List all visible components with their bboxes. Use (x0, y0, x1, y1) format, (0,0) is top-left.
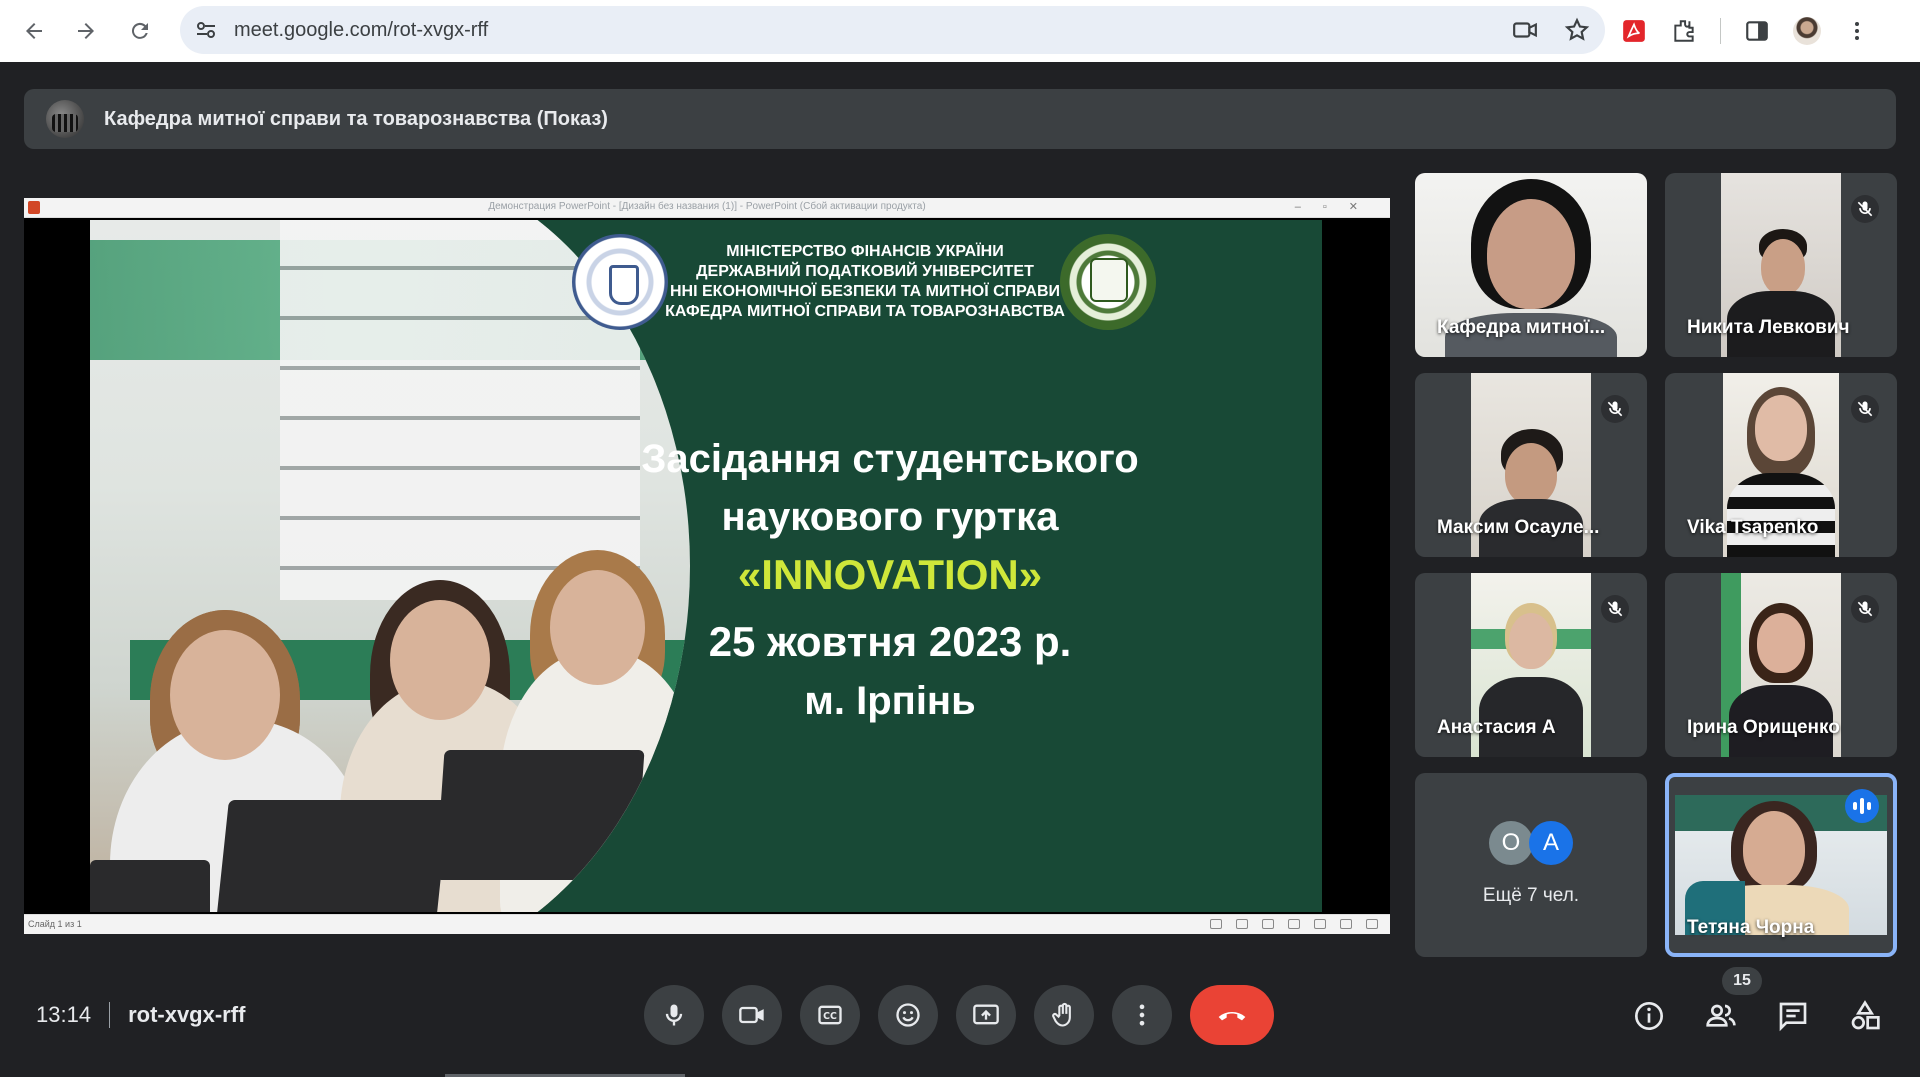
participant-tile[interactable]: Никита Левкович (1665, 173, 1897, 357)
ministry-line: ННІ ЕКОНОМІЧНОЇ БЕЗПЕКИ ТА МИТНОЇ СПРАВИ (670, 283, 1060, 300)
chat-icon (1779, 1002, 1807, 1032)
ministry-line: ДЕРЖАВНИЙ ПОДАТКОВИЙ УНІВЕРСИТЕТ (696, 263, 1034, 280)
mic-off-icon (1851, 595, 1879, 623)
slide: МІНІСТЕРСТВО ФІНАНСІВ УКРАЇНИ ДЕРЖАВНИЙ … (90, 220, 1322, 912)
ministry-line: МІНІСТЕРСТВО ФІНАНСІВ УКРАЇНИ (726, 243, 1004, 260)
raise-hand-icon (1052, 1002, 1071, 1027)
participant-tile[interactable]: Анастасия А (1415, 573, 1647, 757)
url-text[interactable]: meet.google.com/rot-xvgx-rff (234, 19, 488, 42)
people-icon (1706, 1004, 1736, 1027)
presenter-avatar (46, 100, 84, 138)
avatar: А (1529, 821, 1573, 865)
emoji-icon (896, 1003, 920, 1027)
mic-off-icon (1851, 395, 1879, 423)
mic-off-icon (1851, 195, 1879, 223)
participant-name: Vika Tsapenko (1687, 517, 1819, 538)
present-screen-icon (973, 1004, 999, 1025)
captions-icon: CC (818, 1005, 842, 1025)
toolbar-divider (1720, 18, 1721, 44)
emoji-button[interactable] (878, 985, 938, 1045)
more-options-icon (1139, 1004, 1145, 1026)
profile-avatar[interactable] (1793, 17, 1821, 45)
side-panel-icon[interactable] (1743, 17, 1771, 45)
site-settings-icon[interactable] (194, 18, 218, 42)
view-buttons (1210, 919, 1378, 929)
mic-off-icon (1601, 395, 1629, 423)
camera-icon (739, 1006, 764, 1024)
participant-tile[interactable]: Максим Осаулe... (1415, 373, 1647, 557)
participant-tile[interactable]: Кафедра митної... (1415, 173, 1647, 357)
meeting-info-icon (1635, 1002, 1663, 1030)
participant-name: Максим Осаулe... (1437, 517, 1600, 538)
slide-headline: Засідання студентського наукового гуртка… (610, 430, 1170, 730)
participant-tile[interactable]: Ірина Орищенко (1665, 573, 1897, 757)
people-button[interactable] (1700, 995, 1742, 1037)
participant-name: Кафедра митної... (1437, 317, 1606, 338)
department-logo (1060, 234, 1156, 330)
event-city: м. Ірпінь (804, 679, 976, 723)
reload-icon[interactable] (120, 11, 160, 51)
headline-line: наукового гуртка (721, 495, 1059, 539)
end-call-button[interactable] (1190, 985, 1274, 1045)
headline-line: Засідання студентського (641, 437, 1139, 481)
powerpoint-titlebar: Демонстрация PowerPoint - [Дизайн без на… (24, 198, 1390, 218)
meeting-details: 13:14 rot-xvgx-rff (36, 1002, 245, 1028)
call-controls: CC (644, 985, 1274, 1045)
extensions-icon[interactable] (1670, 17, 1698, 45)
pdf-extension-icon[interactable] (1620, 17, 1648, 45)
participant-name: Ірина Орищенко (1687, 717, 1840, 738)
activities-button[interactable] (1844, 995, 1886, 1037)
meeting-info-button[interactable] (1628, 995, 1670, 1037)
event-date: 25 жовтня 2023 р. (708, 618, 1072, 665)
mic-off-icon (1601, 595, 1629, 623)
browser-toolbar: meet.google.com/rot-xvgx-rff (0, 0, 1920, 62)
star-icon[interactable] (1563, 16, 1591, 44)
speaking-indicator-icon (1845, 789, 1879, 823)
ministry-line: КАФЕДРА МИТНОЇ СПРАВИ ТА ТОВАРОЗНАВСТВА (665, 303, 1065, 320)
chat-button[interactable] (1772, 995, 1814, 1037)
svg-text:CC: CC (823, 1011, 837, 1022)
more-vert-icon[interactable] (1843, 17, 1871, 45)
meeting-code: rot-xvgx-rff (128, 1002, 246, 1027)
microphone-button[interactable] (644, 985, 704, 1045)
forward-arrow-icon[interactable] (66, 11, 106, 51)
club-name: «INNOVATION» (737, 551, 1043, 598)
captions-button[interactable]: CC (800, 985, 860, 1045)
presenter-title: Кафедра митної справи та товарознавства … (104, 107, 608, 130)
present-screen-button[interactable] (956, 985, 1016, 1045)
others-tile[interactable]: О А Ещё 7 чел. (1415, 773, 1647, 957)
powerpoint-statusbar: Слайд 1 из 1 (24, 914, 1390, 934)
powerpoint-window-title: Демонстрация PowerPoint - [Дизайн без на… (488, 201, 926, 212)
camera-icon[interactable] (1511, 16, 1539, 44)
shared-presentation[interactable]: Демонстрация PowerPoint - [Дизайн без на… (24, 198, 1390, 934)
camera-button[interactable] (722, 985, 782, 1045)
ministry-heading: МІНІСТЕРСТВО ФІНАНСІВ УКРАЇНИ ДЕРЖАВНИЙ … (650, 242, 1080, 322)
others-avatars: О А (1489, 821, 1573, 865)
participant-name: Тетяна Чорна (1687, 917, 1815, 938)
window-controls: –▫✕ (1294, 201, 1380, 213)
slide-counter: Слайд 1 из 1 (28, 919, 82, 929)
presentation-header: Кафедра митної справи та товарознавства … (24, 89, 1896, 149)
participant-name: Никита Левкович (1687, 317, 1850, 338)
meeting-time: 13:14 (36, 1002, 92, 1027)
divider (109, 1002, 111, 1028)
participant-count-badge: 15 (1722, 967, 1762, 995)
more-options-button[interactable] (1112, 985, 1172, 1045)
back-arrow-icon[interactable] (14, 11, 54, 51)
others-count: Ещё 7 чел. (1482, 885, 1580, 906)
avatar: О (1489, 821, 1533, 865)
activities-icon (1851, 1000, 1880, 1030)
microphone-icon (665, 1004, 683, 1026)
address-bar[interactable]: meet.google.com/rot-xvgx-rff (180, 6, 1605, 54)
participant-tile-speaking[interactable]: Тетяна Чорна (1665, 773, 1897, 957)
participant-tile[interactable]: Vika Tsapenko (1665, 373, 1897, 557)
raise-hand-button[interactable] (1034, 985, 1094, 1045)
end-call-icon (1218, 1012, 1246, 1021)
participant-name: Анастасия А (1437, 717, 1556, 738)
meeting-side-controls (1628, 995, 1886, 1037)
